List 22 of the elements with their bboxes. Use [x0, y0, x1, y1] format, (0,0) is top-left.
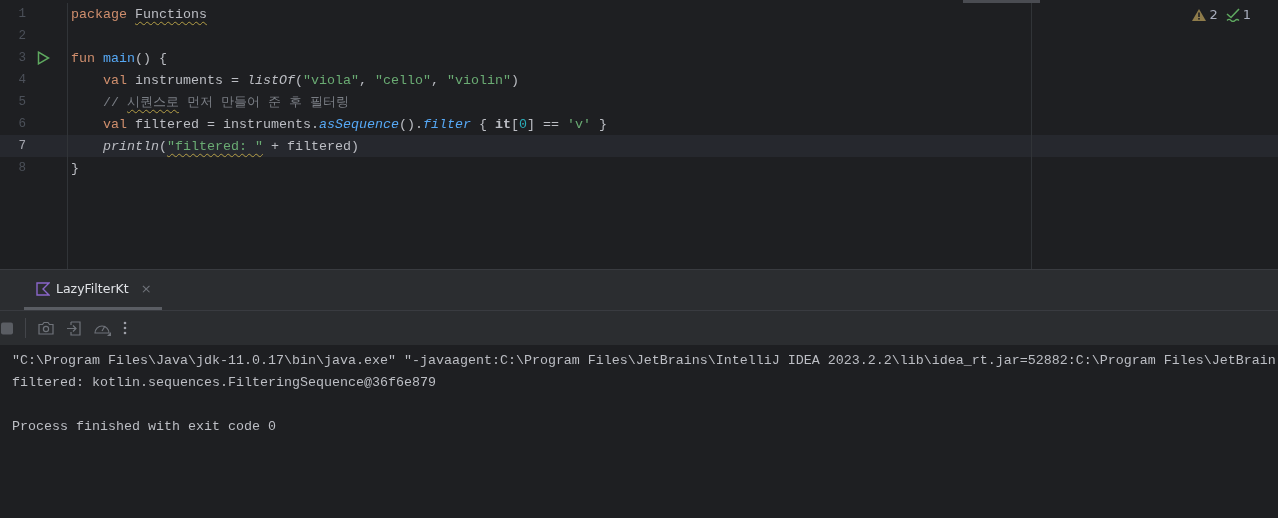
more-icon[interactable] — [123, 321, 127, 335]
scrollbar[interactable] — [963, 0, 1040, 3]
run-icon[interactable] — [36, 51, 50, 65]
code-line: package Functions — [71, 6, 207, 22]
check-icon — [1225, 7, 1240, 22]
code-line: fun main() { — [71, 50, 167, 66]
warning-icon — [1192, 8, 1207, 21]
console-line: "C:\Program Files\Java\jdk-11.0.17\bin\java.exe" "-javaagent:C:\Program Files\JetBrains\IntelliJ IDEA 2023.2.2\lib\idea_rt.jar=52882:C:\Program Files\JetBrain — [12, 352, 1276, 368]
camera-icon[interactable] — [38, 321, 54, 335]
login-icon[interactable] — [66, 320, 81, 336]
console-line: filtered: kotlin.sequences.FilteringSequence@36f6e879 — [12, 374, 436, 390]
code-line: val instruments = listOf("viola", "cello", "violin") — [102, 72, 519, 88]
stop-icon[interactable] — [1, 321, 13, 335]
code-line: } — [71, 160, 79, 176]
kotlin-file-icon — [36, 281, 50, 296]
warning-count: 2 — [1209, 7, 1218, 22]
code-line: println("filtered: " + filtered) — [102, 138, 359, 154]
console-line: Process finished with exit code 0 — [12, 418, 276, 434]
code-line: // 시퀀스로 먼저 만들어 준 후 필터링 — [102, 94, 349, 111]
line-number: 7 — [17, 139, 26, 153]
code-line: val filtered = instruments.asSequence().filter { it[0] == 'v' } — [102, 116, 607, 132]
check-count: 1 — [1242, 7, 1251, 22]
